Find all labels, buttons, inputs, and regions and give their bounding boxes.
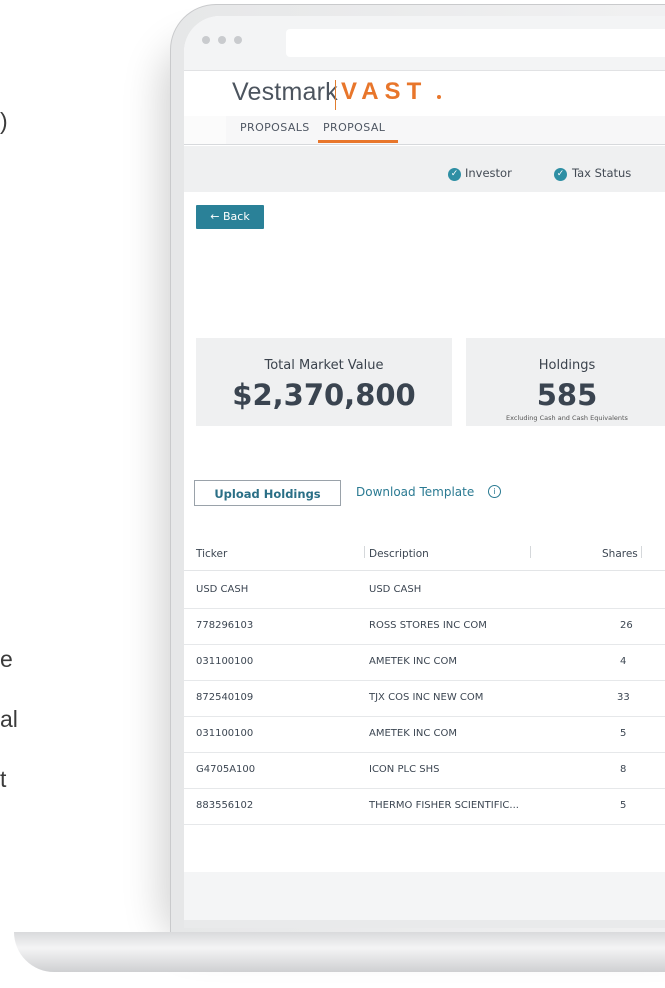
table-row[interactable]: 872540109 TJX COS INC NEW COM 33 — [184, 680, 665, 717]
cell-shares: 4 — [620, 656, 627, 667]
holdings-title: Holdings — [538, 358, 596, 373]
table-row[interactable]: 031100100 AMETEK INC COM 4 — [184, 644, 665, 681]
tab-proposal[interactable]: PROPOSAL — [323, 121, 385, 134]
column-divider — [530, 546, 531, 558]
cell-description: ICON PLC SHS — [369, 764, 440, 775]
table-row[interactable]: 778296103 ROSS STORES INC COM 26 — [184, 608, 665, 645]
holdings-count: 585 — [536, 378, 598, 412]
brand-dot-icon — [437, 95, 441, 99]
column-header-ticker[interactable]: Ticker — [196, 548, 227, 560]
browser-bar — [184, 16, 665, 71]
cell-shares: 8 — [620, 764, 627, 775]
cell-ticker: 872540109 — [196, 692, 254, 703]
page-text-fragment: e — [0, 646, 13, 672]
page-text-fragment: ) — [0, 108, 8, 134]
column-header-shares[interactable]: Shares — [602, 548, 638, 560]
cell-description: THERMO FISHER SCIENTIFIC... — [369, 800, 519, 811]
tab-proposals[interactable]: PROPOSALS — [240, 121, 310, 134]
cell-description: ROSS STORES INC COM — [369, 620, 487, 631]
cell-ticker: 031100100 — [196, 728, 254, 739]
cell-ticker: USD CASH — [196, 584, 249, 595]
table-row[interactable]: G4705A100 ICON PLC SHS 8 — [184, 752, 665, 789]
column-divider — [364, 546, 365, 558]
cell-description: AMETEK INC COM — [369, 656, 458, 667]
page-text-fragment: al — [0, 706, 18, 732]
info-icon[interactable]: i — [488, 485, 501, 498]
table-row[interactable]: USD CASH USD CASH — [184, 572, 665, 609]
laptop-base — [14, 932, 665, 972]
upload-holdings-button[interactable]: Upload Holdings — [194, 480, 341, 506]
step-investor[interactable]: Investor — [465, 166, 512, 180]
brand-product: VAST — [341, 78, 428, 105]
column-header-description[interactable]: Description — [369, 548, 429, 560]
cell-ticker: 031100100 — [196, 656, 254, 667]
active-tab-indicator — [318, 140, 398, 143]
check-icon: ✓ — [554, 168, 567, 181]
cell-shares: 33 — [617, 692, 630, 703]
cell-shares: 5 — [620, 800, 627, 811]
cell-shares: 5 — [620, 728, 627, 739]
window-dot-icon — [218, 36, 226, 44]
table-row[interactable]: 031100100 AMETEK INC COM 5 — [184, 716, 665, 753]
address-bar[interactable] — [286, 29, 665, 57]
market-value-card: Total Market Value $2,370,800 — [196, 338, 452, 426]
market-value-title: Total Market Value — [264, 358, 384, 373]
step-tax-status[interactable]: Tax Status — [572, 166, 631, 180]
window-dot-icon — [234, 36, 242, 44]
back-button[interactable]: ← Back — [196, 205, 264, 229]
cell-ticker: 883556102 — [196, 800, 254, 811]
brand-name: Vestmark — [232, 78, 338, 106]
cell-description: AMETEK INC COM — [369, 728, 458, 739]
cell-description: USD CASH — [369, 584, 422, 595]
column-divider — [641, 546, 642, 558]
table-row[interactable]: 883556102 THERMO FISHER SCIENTIFIC... 5 — [184, 788, 665, 825]
cell-ticker: 778296103 — [196, 620, 254, 631]
cell-ticker: G4705A100 — [196, 764, 256, 775]
holdings-note: Excluding Cash and Cash Equivalents — [506, 414, 628, 422]
screen-bottom-bezel — [184, 920, 665, 928]
cell-shares: 26 — [620, 620, 633, 631]
brand-divider — [335, 80, 336, 110]
window-dot-icon — [202, 36, 210, 44]
check-icon: ✓ — [448, 168, 461, 181]
market-value-amount: $2,370,800 — [232, 378, 416, 412]
download-template-link[interactable]: Download Template — [356, 485, 474, 499]
laptop-screen: Vestmark VAST PROPOSALS PROPOSAL ✓ Inves… — [184, 16, 665, 928]
page-text-fragment: t — [0, 766, 7, 792]
holdings-card: Holdings 585 Excluding Cash and Cash Equ… — [466, 338, 665, 426]
cell-description: TJX COS INC NEW COM — [369, 692, 484, 703]
